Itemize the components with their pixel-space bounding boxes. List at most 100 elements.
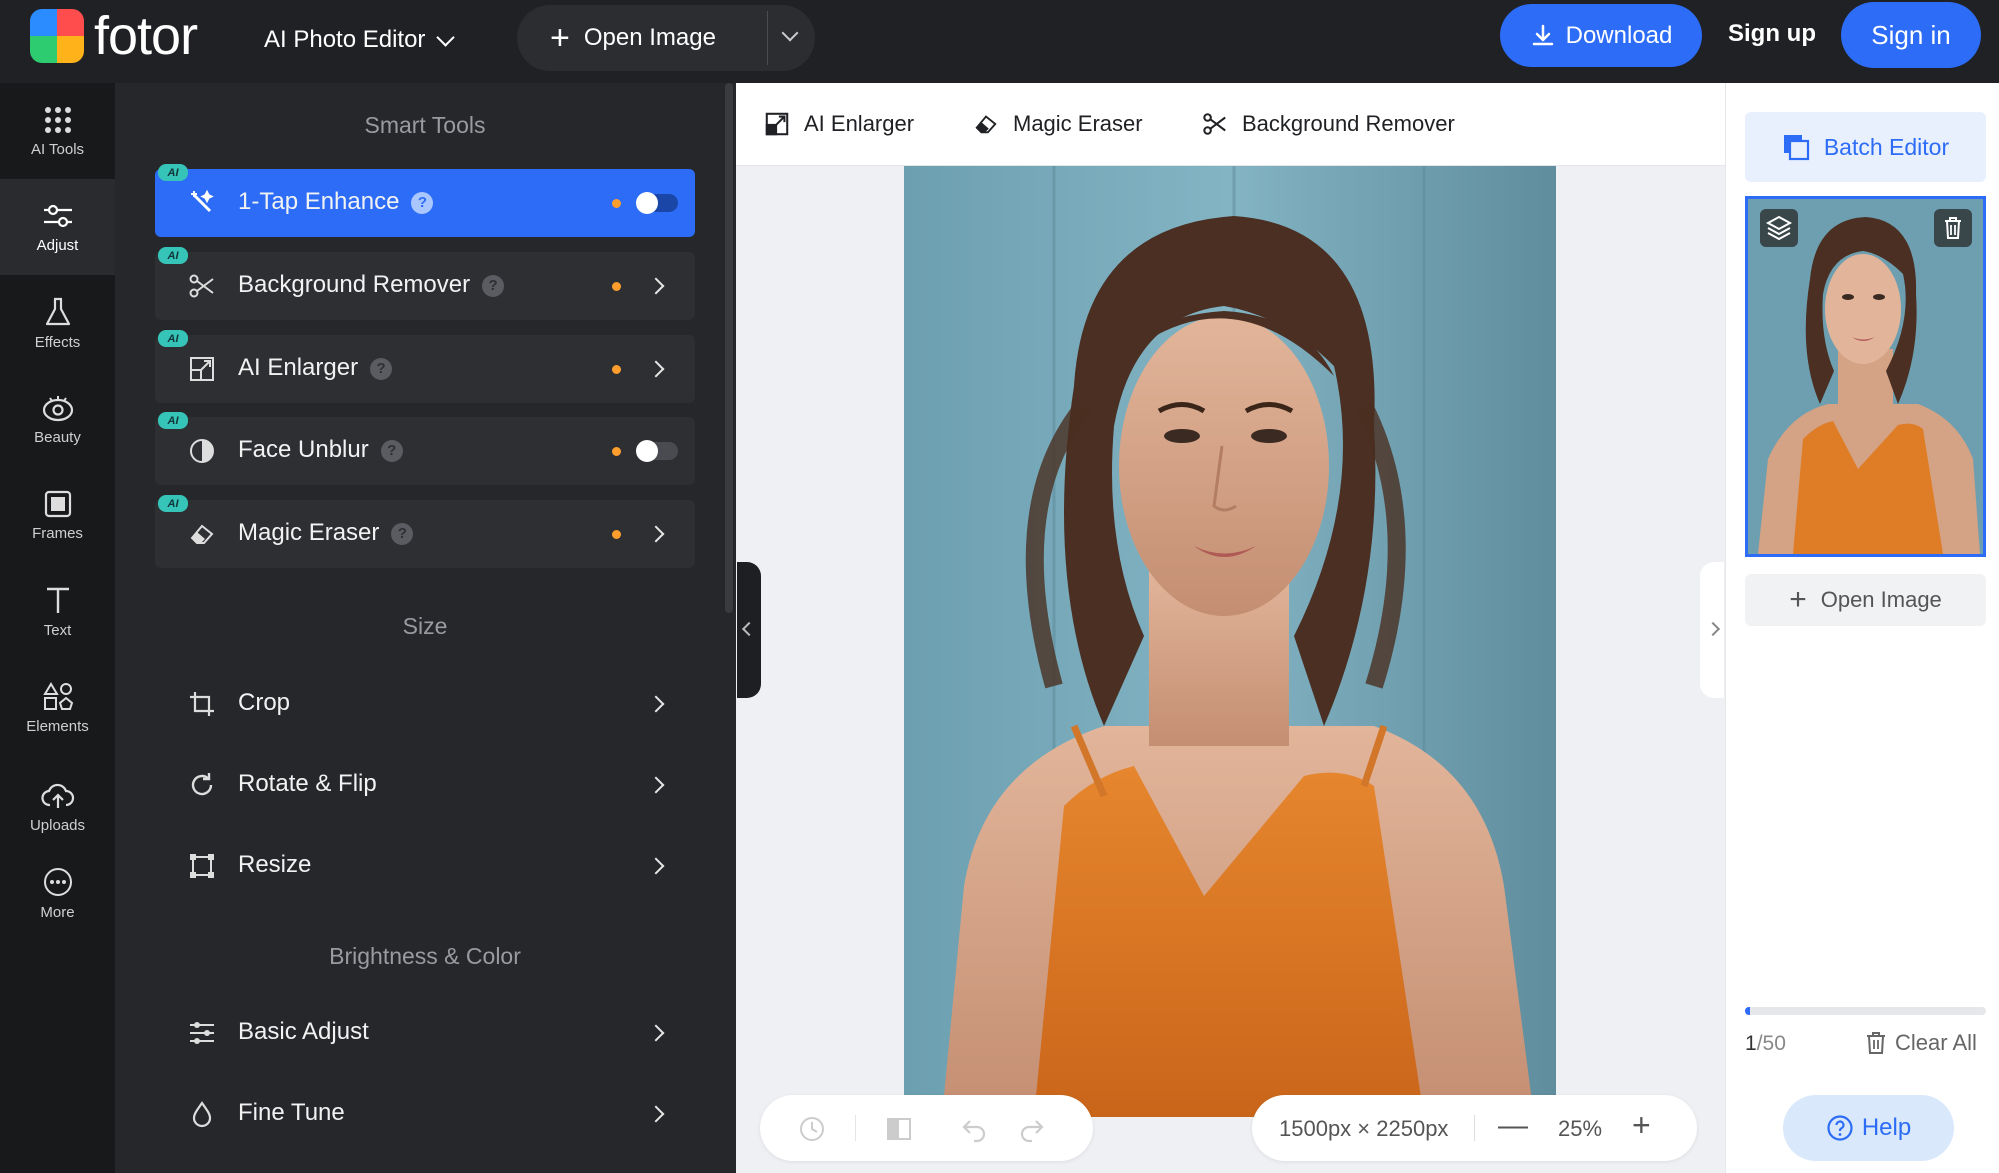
- grid-dots-icon: [44, 106, 71, 133]
- tool-face-unblur[interactable]: AI Face Unblur?: [155, 412, 695, 485]
- layers-icon[interactable]: [1760, 209, 1798, 247]
- help-circle-icon: [1827, 1115, 1853, 1141]
- tool-label: Crop: [238, 689, 291, 716]
- rail-label: Frames: [32, 524, 83, 542]
- zoom-out-button[interactable]: —: [1498, 1109, 1528, 1143]
- rail-item-uploads[interactable]: Uploads: [0, 759, 115, 855]
- status-dot: [612, 199, 621, 208]
- shapes-icon: [42, 681, 73, 710]
- collapse-right-panel-button[interactable]: [1700, 562, 1724, 698]
- help-icon[interactable]: ?: [380, 440, 403, 462]
- thumbnail-image: [1748, 199, 1983, 554]
- zoom-in-button[interactable]: +: [1632, 1107, 1651, 1144]
- chevron-right-icon: [647, 525, 665, 543]
- face-unblur-icon: [190, 439, 214, 463]
- batch-editor-button[interactable]: Batch Editor: [1745, 112, 1986, 182]
- download-icon: [1532, 24, 1553, 45]
- tool-label: Basic Adjust: [238, 1018, 369, 1045]
- collapse-panel-button[interactable]: [737, 562, 761, 698]
- canvas-tool-ai-enlarger[interactable]: AI Enlarger: [764, 111, 914, 137]
- canvas-tool-magic-eraser[interactable]: Magic Eraser: [973, 111, 1143, 137]
- eraser-icon: [975, 115, 997, 134]
- tool-magic-eraser[interactable]: AI Magic Eraser?: [155, 495, 695, 568]
- zoom-level[interactable]: 25%: [1558, 1116, 1602, 1142]
- status-dot: [612, 282, 621, 291]
- editor-mode-select[interactable]: AI Photo Editor: [264, 20, 456, 60]
- tool-background-remover[interactable]: AI Background Remover?: [155, 247, 695, 320]
- tool-resize[interactable]: Resize: [155, 832, 695, 900]
- section-title-brightness: Brightness & Color: [329, 943, 521, 969]
- image-dimensions: 1500px × 2250px: [1279, 1116, 1449, 1141]
- canvas-tool-background-remover[interactable]: Background Remover: [1202, 111, 1455, 137]
- rail-item-frames[interactable]: Frames: [0, 467, 115, 563]
- delete-thumbnail-icon[interactable]: [1934, 209, 1972, 247]
- frame-icon: [44, 490, 71, 517]
- tool-label: Resize: [238, 851, 312, 878]
- tool-ai-enlarger[interactable]: AI AI Enlarger?: [155, 330, 695, 403]
- tool-label: 1-Tap Enhance: [238, 188, 400, 215]
- tool-label: Background Remover: [238, 271, 471, 298]
- sign-in-button[interactable]: Sign in: [1841, 2, 1981, 68]
- tool-1-tap-enhance[interactable]: AI 1-Tap Enhance?: [155, 164, 695, 237]
- canvas-tool-label: AI Enlarger: [804, 111, 915, 136]
- rotate-icon: [191, 773, 213, 796]
- plus-icon: +: [550, 19, 570, 57]
- crop-icon: [190, 692, 214, 716]
- editing-photo[interactable]: [904, 166, 1556, 1117]
- enhance-toggle[interactable]: [636, 192, 678, 214]
- compare-icon[interactable]: [885, 1115, 913, 1143]
- cloud-upload-icon: [40, 783, 74, 808]
- tool-rotate-flip[interactable]: Rotate & Flip: [155, 751, 695, 819]
- help-icon[interactable]: ?: [391, 523, 414, 545]
- count-total: /50: [1756, 1032, 1786, 1055]
- ai-badge: AI: [158, 330, 188, 347]
- tool-crop[interactable]: Crop: [155, 670, 695, 738]
- tool-label: Rotate & Flip: [238, 770, 377, 797]
- chevron-right-icon: [1705, 621, 1721, 637]
- help-icon[interactable]: ?: [370, 358, 393, 380]
- open-image-button[interactable]: + Open Image: [517, 5, 815, 71]
- divider: [855, 1115, 856, 1141]
- open-image-label: Open Image: [583, 24, 716, 51]
- undo-icon[interactable]: [960, 1115, 988, 1143]
- trash-glyph: [1945, 217, 1961, 239]
- open-image-dropdown-icon[interactable]: [781, 24, 799, 42]
- download-button[interactable]: Download: [1500, 4, 1702, 67]
- rail-item-effects[interactable]: Effects: [0, 275, 115, 371]
- clear-all-button[interactable]: Clear All: [1865, 1030, 1977, 1056]
- rail-item-adjust[interactable]: Adjust: [0, 179, 115, 275]
- redo-icon[interactable]: [1018, 1115, 1046, 1143]
- layers-glyph: [1765, 215, 1793, 241]
- count-current: 1: [1745, 1032, 1757, 1055]
- sliders-icon: [43, 204, 72, 227]
- tool-label: Face Unblur: [238, 436, 369, 463]
- panel-scrollbar[interactable]: [725, 83, 733, 613]
- chevron-right-icon: [647, 360, 665, 378]
- help-button[interactable]: Help: [1783, 1095, 1954, 1161]
- chevron-right-icon: [647, 776, 665, 794]
- text-icon: [46, 587, 69, 613]
- face-unblur-toggle[interactable]: [636, 440, 678, 462]
- history-icon[interactable]: [798, 1115, 826, 1143]
- fotor-logo[interactable]: fotor: [30, 9, 198, 63]
- rail-item-more[interactable]: More: [0, 845, 115, 941]
- tool-fine-tune[interactable]: Fine Tune: [155, 1080, 695, 1148]
- sign-up-link[interactable]: Sign up: [1728, 20, 1816, 48]
- rail-item-beauty[interactable]: Beauty: [0, 371, 115, 467]
- chevron-right-icon: [647, 1105, 665, 1123]
- rail-label: Effects: [34, 333, 81, 351]
- image-thumbnail[interactable]: [1745, 196, 1986, 557]
- batch-icon: [1783, 135, 1809, 161]
- right-open-image-button[interactable]: + Open Image: [1745, 574, 1986, 626]
- rail-item-elements[interactable]: Elements: [0, 659, 115, 755]
- rail-item-ai-tools[interactable]: AI Tools: [0, 83, 115, 179]
- rail-item-text[interactable]: Text: [0, 563, 115, 659]
- help-icon[interactable]: ?: [482, 275, 505, 297]
- sliders-icon: [190, 1022, 214, 1044]
- divider: [1474, 1115, 1475, 1141]
- chevron-right-icon: [647, 695, 665, 713]
- status-dot: [612, 530, 621, 539]
- help-icon[interactable]: ?: [411, 192, 434, 214]
- tool-basic-adjust[interactable]: Basic Adjust: [155, 999, 695, 1067]
- chevron-down-icon: [436, 27, 456, 47]
